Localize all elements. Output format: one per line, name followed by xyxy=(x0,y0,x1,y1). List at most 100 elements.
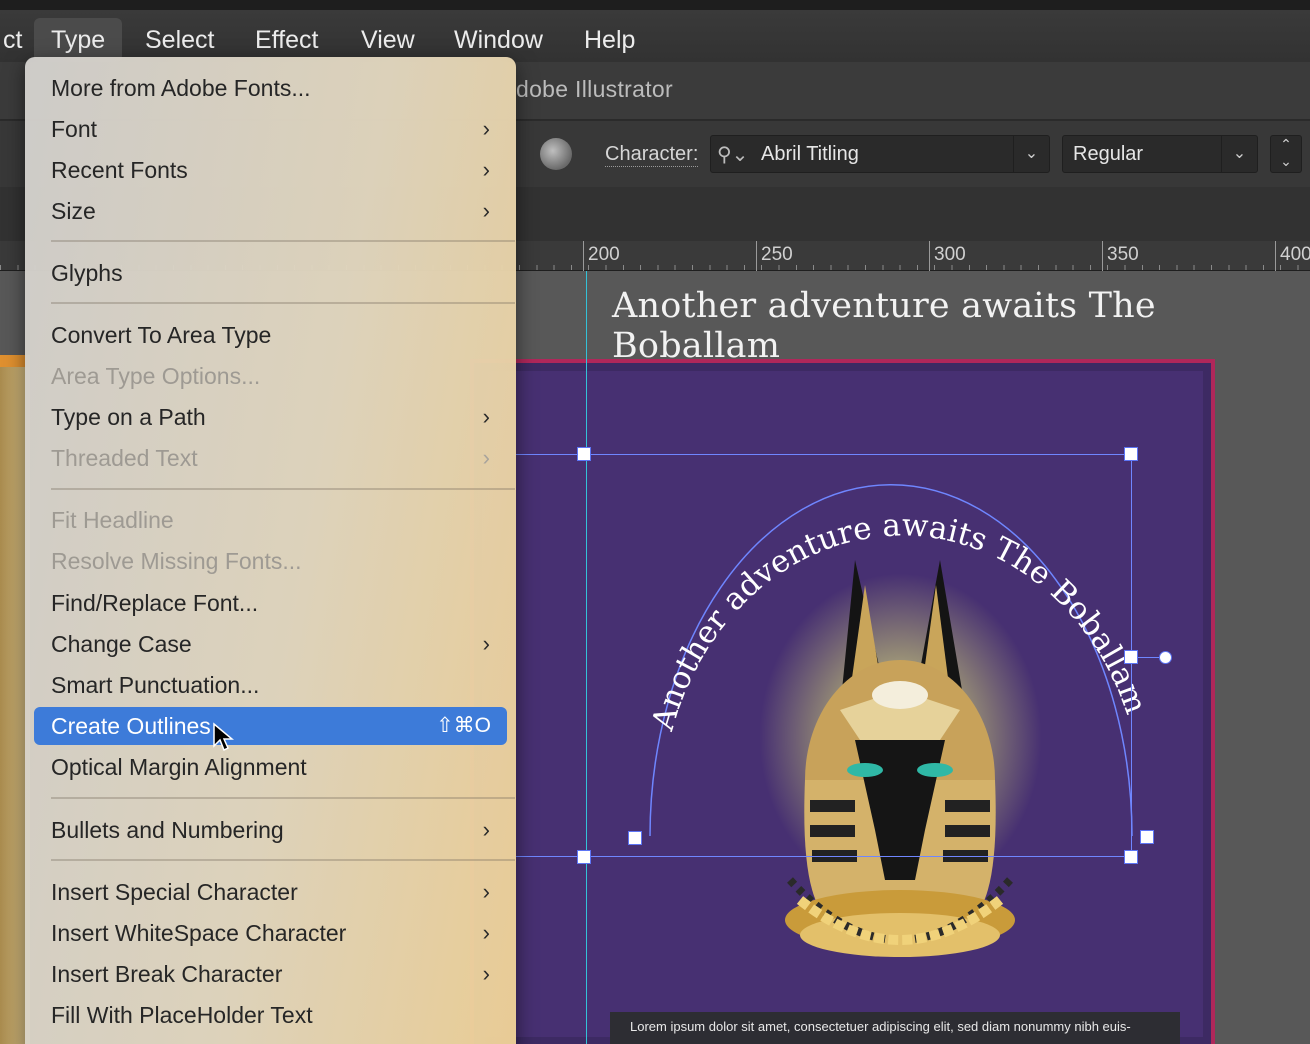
menu-item-label: Create Outlines xyxy=(51,713,211,739)
ruler-major-tick xyxy=(583,241,584,271)
menu-help[interactable]: Help xyxy=(567,18,652,62)
ruler-label: 350 xyxy=(1107,244,1139,265)
menu-item-label: Threaded Text xyxy=(51,445,198,471)
menu-item-insert-whitespace-character[interactable]: Insert WhiteSpace Character › xyxy=(34,914,507,952)
menu-type[interactable]: Type xyxy=(34,18,123,62)
menu-item-font[interactable]: Font › xyxy=(34,110,507,148)
chevron-right-icon: › xyxy=(482,157,490,182)
menu-item-label: Fill With PlaceHolder Text xyxy=(51,1002,313,1028)
menu-item-fit-headline: Fit Headline xyxy=(34,501,507,539)
menu-item-resolve-missing-fonts: Resolve Missing Fonts... xyxy=(34,542,507,580)
selection-handle-bottom-right[interactable] xyxy=(1124,850,1138,864)
menu-item-label: More from Adobe Fonts... xyxy=(51,75,311,101)
rotate-handle[interactable] xyxy=(1159,651,1172,664)
chevron-down-icon[interactable]: ⌄ xyxy=(1221,136,1257,172)
menu-item-label: Insert WhiteSpace Character xyxy=(51,920,347,946)
menu-item-fill-with-placeholder-text[interactable]: Fill With PlaceHolder Text xyxy=(34,996,507,1034)
menu-item-label: Convert To Area Type xyxy=(51,322,272,348)
selection-bottom-edge xyxy=(516,856,1132,857)
ruler-label: 200 xyxy=(588,244,620,265)
selection-handle-top-left[interactable] xyxy=(577,447,591,461)
ruler-major-tick xyxy=(1102,241,1103,271)
type-menu-dropdown: More from Adobe Fonts... Font › Recent Fo… xyxy=(25,57,516,1044)
selection-handle-top-right[interactable] xyxy=(1124,447,1138,461)
artboard-body-text[interactable]: Lorem ipsum dolor sit amet, consectetuer… xyxy=(610,1012,1180,1044)
menu-item-label: Find/Replace Font... xyxy=(51,590,259,616)
menu-item-insert-break-character[interactable]: Insert Break Character › xyxy=(34,955,507,993)
selection-handle-right[interactable] xyxy=(1124,650,1138,664)
menu-item-insert-special-character[interactable]: Insert Special Character › xyxy=(34,873,507,911)
ruler-label: 250 xyxy=(761,244,793,265)
character-label[interactable]: Character: xyxy=(605,143,699,167)
menu-separator xyxy=(51,302,515,304)
menu-item-label: Bullets and Numbering xyxy=(51,817,284,843)
chevron-right-icon: › xyxy=(482,961,490,986)
mouse-pointer-icon xyxy=(213,722,234,752)
chevron-right-icon: › xyxy=(482,817,490,842)
menu-item-recent-fonts[interactable]: Recent Fonts › xyxy=(34,151,507,189)
ruler-major-tick xyxy=(756,241,757,271)
menu-item-label: Optical Margin Alignment xyxy=(51,754,307,780)
body-text-line[interactable]: Lorem ipsum dolor sit amet, consectetuer… xyxy=(630,1019,1131,1034)
anubis-illustration[interactable] xyxy=(785,560,1015,957)
menu-item-type-on-a-path[interactable]: Type on a Path › xyxy=(34,398,507,436)
ruler-major-tick xyxy=(1275,241,1276,271)
keyboard-shortcut: ⇧⌘O xyxy=(436,714,491,737)
path-start-handle[interactable] xyxy=(628,831,642,845)
size-stepper[interactable]: ⌃ ⌄ xyxy=(1270,135,1302,173)
font-style-value[interactable]: Regular xyxy=(1073,143,1143,166)
menu-item-change-case[interactable]: Change Case › xyxy=(34,625,507,663)
menu-item-label: Area Type Options... xyxy=(51,363,261,389)
chevron-right-icon: › xyxy=(482,920,490,945)
menu-separator xyxy=(51,240,515,242)
menu-separator xyxy=(51,797,515,799)
menu-window[interactable]: Window xyxy=(437,18,560,62)
chevron-right-icon: › xyxy=(482,198,490,223)
menu-item-label: Smart Punctuation... xyxy=(51,672,260,698)
chevron-down-icon[interactable]: ⌄ xyxy=(1013,136,1049,172)
menu-item-find-replace-font[interactable]: Find/Replace Font... xyxy=(34,584,507,622)
menu-item-label: Insert Break Character xyxy=(51,961,283,987)
menu-effect[interactable]: Effect xyxy=(238,18,335,62)
menu-item-label: Type on a Path xyxy=(51,404,206,430)
chevron-right-icon: › xyxy=(482,404,490,429)
chevron-right-icon: › xyxy=(482,879,490,904)
menu-item-bullets-and-numbering[interactable]: Bullets and Numbering › xyxy=(34,811,507,849)
search-icon[interactable]: ⚲⌄ xyxy=(717,142,748,167)
canvas-headline-text[interactable]: Another adventure awaits The Boballam xyxy=(612,286,1310,366)
font-family-field[interactable]: ⚲⌄ Abril Titling ⌄ xyxy=(710,135,1050,173)
menu-separator xyxy=(51,859,515,861)
artwork-svg[interactable]: Another adventure awaits The Boballam xyxy=(470,360,1210,1044)
menu-view[interactable]: View xyxy=(344,18,432,62)
menu-item-label: Size xyxy=(51,198,96,224)
menu-item-label: Font xyxy=(51,116,98,142)
chevron-right-icon: › xyxy=(482,116,490,141)
window-title: dobe Illustrator xyxy=(516,76,673,102)
menu-item-glyphs[interactable]: Glyphs xyxy=(34,254,507,292)
vertical-guide[interactable] xyxy=(586,271,587,1044)
menu-item-label: Insert Special Character xyxy=(51,879,298,905)
selection-top-edge xyxy=(516,454,1132,455)
recolor-globe-icon[interactable] xyxy=(540,138,572,170)
menu-item-label: Change Case xyxy=(51,631,192,657)
menu-item-optical-margin-alignment[interactable]: Optical Margin Alignment xyxy=(34,748,507,786)
selection-handle-bottom-left[interactable] xyxy=(577,850,591,864)
menu-item-label: Resolve Missing Fonts... xyxy=(51,548,302,574)
font-family-value[interactable]: Abril Titling xyxy=(761,143,859,166)
path-end-handle[interactable] xyxy=(1140,830,1154,844)
ruler-label: 400 xyxy=(1280,244,1310,265)
menu-item-create-outlines[interactable]: Create Outlines ⇧⌘O xyxy=(34,707,507,745)
menu-item-convert-to-area-type[interactable]: Convert To Area Type xyxy=(34,316,507,354)
chevron-right-icon: › xyxy=(482,631,490,656)
menu-item-smart-punctuation[interactable]: Smart Punctuation... xyxy=(34,666,507,704)
ruler-label: 300 xyxy=(934,244,966,265)
font-style-field[interactable]: Regular ⌄ xyxy=(1062,135,1258,173)
menu-item-threaded-text: Threaded Text › xyxy=(34,439,507,477)
menu-item-label: Recent Fonts xyxy=(51,157,188,183)
menu-item-area-type-options: Area Type Options... xyxy=(34,357,507,395)
menu-item-size[interactable]: Size › xyxy=(34,192,507,230)
menu-bar: ct Type Select Effect View Window Help xyxy=(0,0,1310,62)
menu-item-label: Fit Headline xyxy=(51,507,174,533)
menu-select[interactable]: Select xyxy=(128,18,231,62)
menu-item-more-from-adobe-fonts[interactable]: More from Adobe Fonts... xyxy=(34,69,507,107)
